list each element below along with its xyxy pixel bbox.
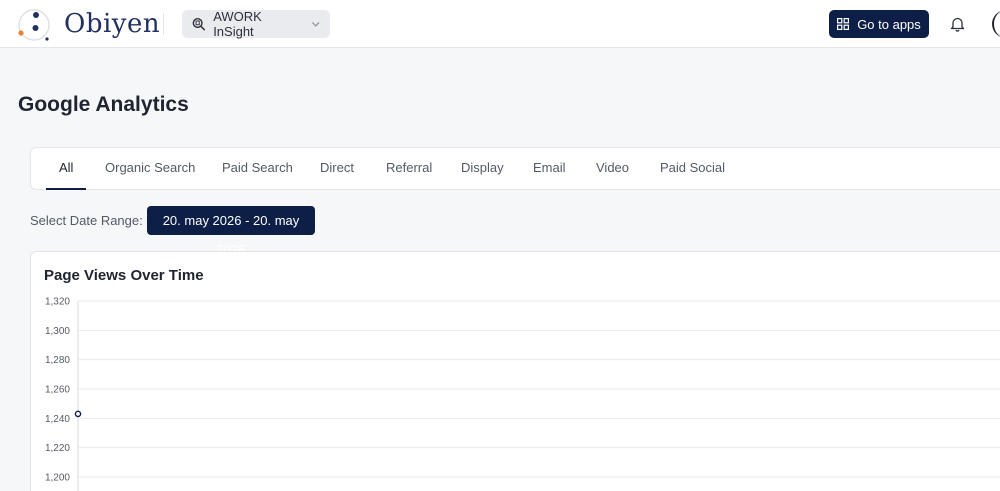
- tab-paid-search[interactable]: Paid Search: [222, 148, 293, 190]
- avatar[interactable]: [992, 10, 1000, 38]
- tab-all[interactable]: All: [46, 148, 87, 190]
- page-views-chart: 1,200 1,220 1,240 1,260 1,280 1,300 1,320: [45, 297, 1000, 491]
- date-range-label: Select Date Range:: [30, 213, 143, 228]
- brand-name: Obiyen: [64, 9, 161, 39]
- page-views-chart-card: Page Views Over Time 1,200 1,220 1,240 1,26…: [30, 251, 1000, 491]
- y-tick-label: 1,300: [45, 326, 70, 337]
- header-divider: [163, 13, 164, 35]
- page-title: Google Analytics: [18, 93, 189, 116]
- y-tick-label: 1,320: [45, 297, 70, 308]
- date-range-picker[interactable]: 20. may 2026 - 20. may 2026: [147, 206, 315, 257]
- tab-email[interactable]: Email: [533, 148, 566, 190]
- tab-referral[interactable]: Referral: [386, 148, 432, 190]
- y-tick-label: 1,240: [45, 414, 70, 425]
- y-tick-label: 1,200: [45, 473, 70, 484]
- search-building-icon: [192, 18, 205, 31]
- workspace-selector[interactable]: AWORK InSight: [182, 9, 330, 39]
- bell-icon[interactable]: [950, 16, 965, 32]
- top-bar: Obiyen AWORK InSight Go to apps: [0, 0, 1000, 48]
- y-tick-label: 1,220: [45, 443, 70, 454]
- workspace-label: AWORK InSight: [213, 9, 262, 39]
- brand-logo[interactable]: Obiyen: [16, 3, 160, 45]
- apps-grid-icon: [837, 18, 850, 30]
- go-to-apps-button[interactable]: Go to apps: [829, 10, 929, 38]
- y-tick-label: 1,280: [45, 355, 70, 366]
- tab-organic-search[interactable]: Organic Search: [105, 148, 195, 190]
- chevron-down-icon: [311, 22, 320, 27]
- tab-direct[interactable]: Direct: [320, 148, 354, 190]
- tab-display[interactable]: Display: [461, 148, 504, 190]
- data-point[interactable]: [74, 410, 82, 418]
- logo-mark-icon: [18, 9, 50, 41]
- tab-paid-social[interactable]: Paid Social: [660, 148, 725, 190]
- channel-tabs: All Organic Search Paid Search Direct Re…: [30, 147, 1000, 190]
- y-tick-label: 1,260: [45, 385, 70, 396]
- go-to-apps-label: Go to apps: [857, 16, 921, 32]
- tab-video[interactable]: Video: [596, 148, 629, 190]
